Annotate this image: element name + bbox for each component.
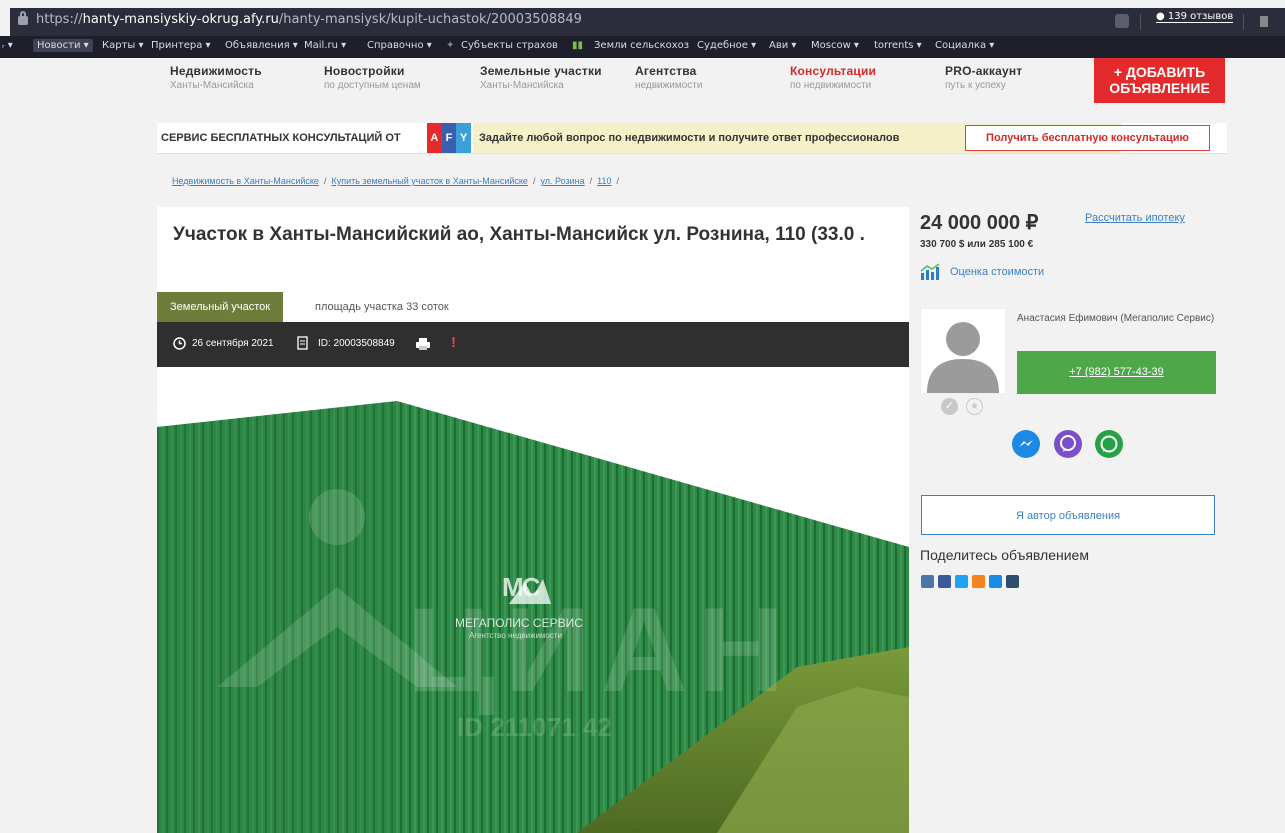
bookmark-item[interactable]: Земли сельскохоз: [594, 40, 689, 51]
folder-icon: ▮▮: [572, 40, 584, 51]
price-estimate-link[interactable]: Оценка стоимости: [950, 266, 1044, 278]
cian-watermark-id: ID 211071 42: [457, 712, 612, 742]
bookmark-icon[interactable]: [1260, 16, 1268, 27]
cian-watermark: ЦИАН: [407, 583, 795, 717]
bookmark-item[interactable]: Судебное ▾: [697, 40, 756, 51]
free-consultation-button[interactable]: Получить бесплатную консультацию: [965, 125, 1210, 151]
breadcrumb-link[interactable]: ул. Розина: [540, 176, 584, 186]
messenger-icon[interactable]: [1012, 430, 1040, 458]
nav-realty[interactable]: Недвижимость Ханты-Мансийска: [170, 64, 262, 91]
phone-button[interactable]: +7 (982) 577-43-39: [1017, 351, 1216, 394]
consultation-banner: СЕРВИС БЕСПЛАТНЫХ КОНСУЛЬТАЦИЙ ОТ A F Y …: [157, 123, 1227, 154]
listing-photo[interactable]: MC МЕГАПОЛИС СЕРВИС Агентство недвижимос…: [157, 367, 909, 833]
price-alt-currency: 330 700 $ или 285 100 €: [920, 239, 1034, 250]
viber-icon[interactable]: [1054, 430, 1082, 458]
vk-share-icon[interactable]: [921, 575, 934, 588]
price: 24 000 000 ₽: [920, 212, 1039, 234]
listing-tags: Земельный участок площадь участка 33 сот…: [157, 292, 909, 322]
report-icon[interactable]: !: [451, 334, 456, 351]
avatar: [920, 308, 1006, 394]
nav-pro-account[interactable]: PRO-аккаунт путь к успеху: [945, 64, 1022, 91]
nav-new-buildings[interactable]: Новостройки по доступным ценам: [324, 64, 421, 91]
i-am-author-button[interactable]: Я автор объявления: [921, 495, 1215, 535]
nav-consultations[interactable]: Консультации по недвижимости: [790, 64, 876, 91]
chart-icon: [920, 263, 940, 280]
breadcrumb: Недвижимость в Ханты-Мансийске / Купить зе…: [172, 176, 620, 186]
bookmark-item[interactable]: Mail.ru ▾: [304, 40, 346, 51]
bookmarks-bar: ᵣ ▾ Новости ▾ Карты ▾ Принтера ▾ Объявле…: [0, 36, 1285, 58]
listing-card: Участок в Ханты-Мансийский ао, Ханты-Ман…: [157, 207, 909, 833]
star-icon[interactable]: ★: [966, 398, 983, 415]
breadcrumb-link[interactable]: 110: [597, 176, 611, 186]
listing-date: 26 сентября 2021: [192, 338, 274, 349]
bookmark-item[interactable]: Справочно ▾: [367, 40, 432, 51]
banner-left-text: СЕРВИС БЕСПЛАТНЫХ КОНСУЛЬТАЦИЙ ОТ: [161, 132, 401, 144]
add-listing-button[interactable]: + ДОБАВИТЬ ОБЪЯВЛЕНИЕ: [1094, 58, 1225, 103]
site-nav: Недвижимость Ханты-Мансийска Новостройки п…: [0, 58, 1285, 106]
breadcrumb-link[interactable]: Недвижимость в Ханты-Мансийске: [172, 176, 319, 186]
divider: [1140, 14, 1141, 30]
listing-info-bar: 26 сентября 2021 ID: 20003508849 !: [157, 322, 909, 367]
category-tag[interactable]: Земельный участок: [157, 292, 284, 322]
mailru-share-icon[interactable]: [989, 575, 1002, 588]
area-text: площадь участка 33 соток: [315, 301, 449, 313]
listing-title: Участок в Ханты-Мансийский ао, Ханты-Ман…: [173, 224, 865, 245]
bookmark-item[interactable]: torrents ▾: [874, 40, 922, 51]
bookmark-item[interactable]: Объявления ▾: [225, 40, 298, 51]
bookmark-item[interactable]: Карты ▾: [102, 40, 144, 51]
url-text[interactable]: https://hanty-mansiyskiy-okrug.afy.ru/ha…: [36, 12, 582, 27]
reviews-link[interactable]: ● 139 отзывов: [1156, 11, 1234, 23]
bookmark-partial[interactable]: ᵣ ▾: [2, 40, 13, 51]
clock-icon: [173, 337, 186, 350]
nav-agencies[interactable]: Агентства недвижимости: [635, 64, 702, 91]
extension-icon[interactable]: [1115, 14, 1129, 28]
livejournal-share-icon[interactable]: [1006, 575, 1019, 588]
print-icon[interactable]: [416, 338, 430, 350]
globe-icon: ✦: [446, 40, 455, 51]
agent-name[interactable]: Анастасия Ефимович (Мегаполис Сервис): [1017, 311, 1217, 326]
bookmark-item[interactable]: Субъекты страхов: [461, 40, 558, 51]
whatsapp-icon[interactable]: [1095, 430, 1123, 458]
twitter-share-icon[interactable]: [955, 575, 968, 588]
document-icon: [297, 336, 308, 350]
bookmark-item[interactable]: Социалка ▾: [935, 40, 994, 51]
mortgage-calc-link[interactable]: Рассчитать ипотеку: [1085, 212, 1185, 224]
bookmark-item[interactable]: Новости ▾: [33, 39, 93, 52]
user-placeholder-icon: [927, 322, 999, 393]
browser-url-bar[interactable]: https://hanty-mansiyskiy-okrug.afy.ru/ha…: [10, 8, 1285, 36]
bookmark-item[interactable]: Ави ▾: [769, 40, 796, 51]
lock-icon: [18, 11, 28, 25]
bookmark-item[interactable]: Moscow ▾: [811, 40, 859, 51]
breadcrumb-link[interactable]: Купить земельный участок в Ханты-Мансийс…: [331, 176, 527, 186]
bookmark-item[interactable]: Принтера ▾: [151, 40, 211, 51]
afy-logo: A F Y: [427, 123, 472, 153]
facebook-share-icon[interactable]: [938, 575, 951, 588]
ok-share-icon[interactable]: [972, 575, 985, 588]
share-heading: Поделитесь объявлением: [920, 547, 1089, 563]
divider: [1243, 14, 1244, 30]
verified-icon: ✓: [941, 398, 958, 415]
listing-id: ID: 20003508849: [318, 338, 395, 349]
nav-land[interactable]: Земельные участки Ханты-Мансийска: [480, 64, 602, 91]
